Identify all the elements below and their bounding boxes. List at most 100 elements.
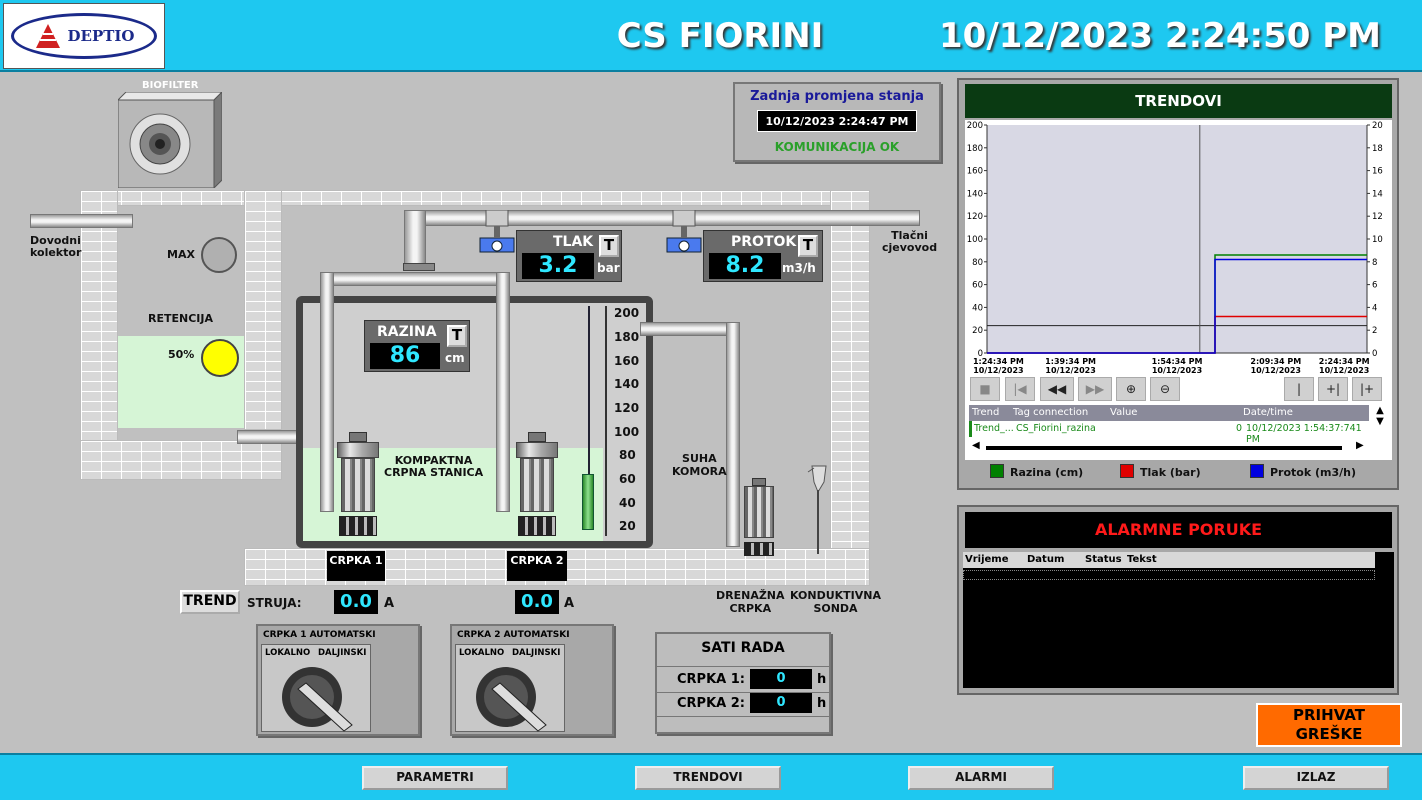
x-axis-time-label: 1:24:34 PM (973, 357, 1024, 366)
trend-first-button[interactable]: |◀ (1005, 377, 1035, 401)
retention-percent: 50% (168, 348, 195, 361)
left-axis-label: 200 (967, 121, 983, 131)
legend-razina-swatch (990, 464, 1004, 478)
biofilter-unit[interactable] (116, 90, 224, 190)
pump1-riser (320, 272, 334, 512)
trend-button[interactable]: TREND (180, 590, 240, 614)
legend-protok-swatch (1250, 464, 1264, 478)
scale-tick: 40 (619, 496, 636, 510)
pump1-switch-plate: LOKALNO DALJINSKI (261, 644, 371, 732)
pressure-trend-button[interactable]: T (599, 235, 619, 257)
level-value: 86 (370, 343, 440, 369)
trend-zoom-in-icon[interactable]: ⊕ (1116, 377, 1146, 401)
left-axis-label: 20 (972, 326, 983, 336)
trend-table-row[interactable]: Trend_... CS_Fiorini_razina 0 10/12/2023… (969, 421, 1369, 445)
row-value: 0 (1236, 423, 1243, 434)
pump2-mode-switch[interactable] (474, 665, 547, 732)
pump2-hours-unit: h (817, 696, 827, 711)
pump2-hours-value: 0 (750, 693, 812, 713)
trend-ruler-button[interactable]: | (1284, 377, 1314, 401)
max-label: MAX (167, 248, 195, 261)
pressure-panel: TLAK T 3.2 bar (516, 230, 622, 282)
left-axis-label: 140 (967, 189, 983, 199)
drain-pipe-v (726, 322, 740, 547)
logo-text: DEPTIO (67, 27, 135, 45)
pump1-local-label: LOKALNO (265, 648, 311, 658)
alarm-col-date: Datum (1027, 554, 1065, 565)
trend-table-header: Trend Tag connection Value Date/time (969, 405, 1369, 421)
pump1-mode-switch[interactable] (280, 665, 353, 732)
biofilter-label: BIOFILTER (142, 80, 199, 91)
table-scroll-icon[interactable]: ▲ ▼ (1372, 405, 1388, 439)
alarm-col-text: Tekst (1127, 554, 1157, 565)
level-label: RAZINA (377, 324, 437, 340)
trend-forward-button[interactable]: ▶▶ (1078, 377, 1112, 401)
alarm-list[interactable]: Vrijeme Datum Status Tekst (963, 552, 1394, 688)
scale-tick: 60 (619, 472, 636, 486)
pump2-mode-panel: CRPKA 2 AUTOMATSKI LOKALNO DALJINSKI (450, 624, 614, 736)
operating-hours-title: SATI RADA (701, 640, 785, 656)
left-axis-label: 100 (967, 235, 983, 245)
level-trend-button[interactable]: T (447, 325, 467, 347)
current-datetime: 10/12/2023 2:24:50 PM (939, 16, 1381, 56)
alarm-col-time: Vrijeme (965, 554, 1009, 565)
logo-triangle-icon (35, 24, 60, 48)
pump2-icon[interactable] (514, 432, 560, 540)
pump1-current-unit: A (384, 596, 395, 611)
flow-value: 8.2 (709, 253, 781, 279)
scale-tick: 200 (614, 306, 640, 320)
trend-next-ruler-button[interactable]: |+ (1352, 377, 1382, 401)
pump2-local-label: LOKALNO (459, 648, 505, 658)
nav-trendovi-button[interactable]: TRENDOVI (635, 766, 781, 790)
nav-alarmi-button[interactable]: ALARMI (908, 766, 1054, 790)
left-axis-label: 40 (972, 303, 983, 313)
flow-trend-button[interactable]: T (798, 235, 818, 257)
table-hscrollbar[interactable]: ◀ ▶ (972, 440, 1368, 454)
scale-tick: 140 (614, 377, 640, 391)
trend-chart[interactable]: 200180160140120100806040200 201816141210… (965, 120, 1392, 380)
acknowledge-faults-button[interactable]: PRIHVAT GREŠKE (1256, 703, 1402, 747)
scale-tick: 180 (614, 330, 640, 344)
trend-back-button[interactable]: ◀◀ (1040, 377, 1074, 401)
pump1-hours-value: 0 (750, 669, 812, 689)
flow-unit: m3/h (782, 261, 816, 275)
pump1-remote-label: DALJINSKI (318, 648, 367, 658)
left-axis-label: 80 (972, 258, 983, 268)
alarm-col-status: Status (1085, 554, 1122, 565)
right-axis-label: 16 (1372, 167, 1383, 177)
trend-stop-button[interactable]: ■ (970, 377, 1000, 401)
inlet-pipe (30, 214, 133, 228)
row-trend: Trend_... (974, 423, 1014, 434)
flow-label: PROTOK (731, 234, 797, 250)
row-tag: CS_Fiorini_razina (1016, 423, 1096, 434)
level-probe-icon (582, 474, 594, 530)
pressure-value: 3.2 (522, 253, 594, 279)
nav-izlaz-button[interactable]: IZLAZ (1243, 766, 1389, 790)
pressure-valve-icon[interactable] (478, 209, 516, 256)
state-change-time: 10/12/2023 2:24:47 PM (757, 110, 917, 132)
inlet-label: Dovodni kolektor (30, 234, 82, 259)
trend-prev-ruler-button[interactable]: +| (1318, 377, 1348, 401)
trend-zoom-out-icon[interactable]: ⊖ (1150, 377, 1180, 401)
pump1-mode-title: CRPKA 1 AUTOMATSKI (263, 630, 376, 640)
left-axis-label: 60 (972, 281, 983, 291)
pump1-hours-label: CRPKA 1: (677, 672, 745, 687)
retention-floor (80, 440, 282, 480)
pump2-current-unit: A (564, 596, 575, 611)
company-logo: DEPTIO (3, 3, 165, 69)
nav-parametri-button[interactable]: PARAMETRI (362, 766, 508, 790)
flow-valve-icon[interactable] (665, 209, 703, 256)
max-level-indicator (201, 237, 237, 273)
pump1-icon[interactable] (335, 432, 381, 540)
drainage-pump-icon[interactable] (740, 478, 778, 558)
alarm-list-header: Vrijeme Datum Status Tekst (963, 552, 1375, 568)
trends-title: TRENDOVI (965, 84, 1392, 118)
x-axis-date-label: 10/12/2023 (973, 366, 1023, 375)
x-axis-date-label: 10/12/2023 (1045, 366, 1095, 375)
level-panel: RAZINA T 86 cm (364, 320, 470, 372)
scale-tick: 160 (614, 354, 640, 368)
scale-tick: 100 (614, 425, 640, 439)
legend-razina: Razina (cm) (1010, 466, 1084, 479)
right-axis-label: 8 (1372, 258, 1377, 268)
legend-tlak: Tlak (bar) (1140, 466, 1201, 479)
